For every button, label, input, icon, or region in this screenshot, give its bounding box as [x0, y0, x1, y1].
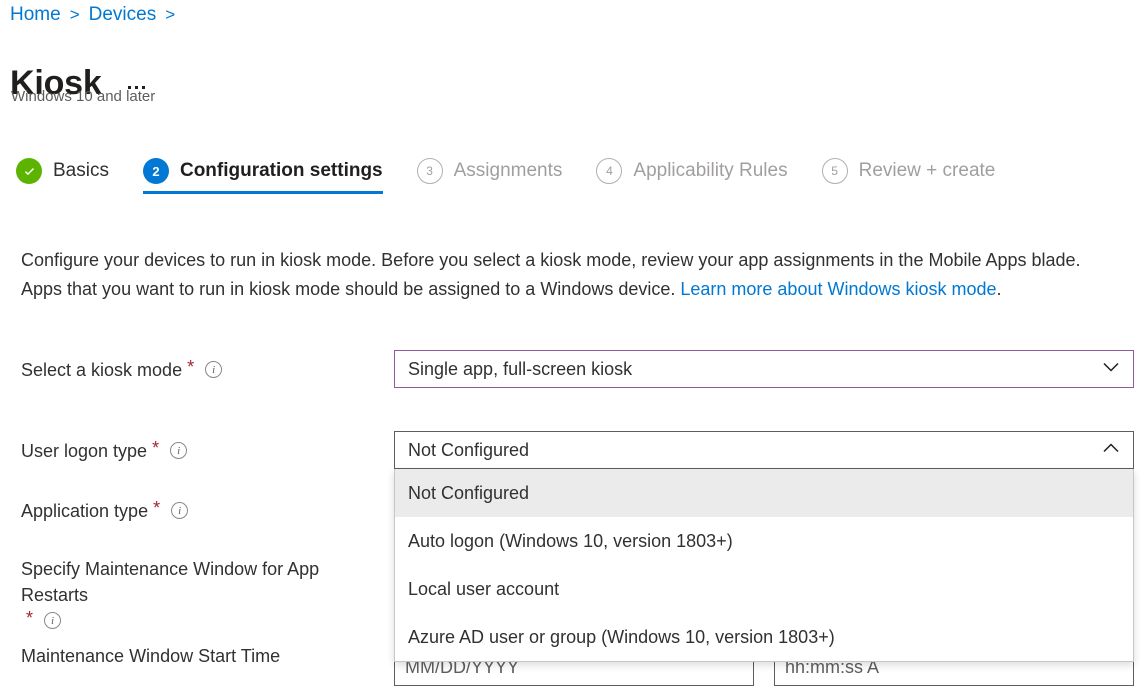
option-label: Not Configured — [408, 483, 529, 504]
option-azure-ad-user-or-group[interactable]: Azure AD user or group (Windows 10, vers… — [395, 613, 1133, 661]
user-logon-type-dropdown[interactable]: Not Configured — [394, 431, 1134, 469]
step-number-badge: 5 — [822, 158, 848, 184]
option-label: Azure AD user or group (Windows 10, vers… — [408, 627, 835, 648]
user-logon-type-value: Not Configured — [408, 439, 1101, 461]
info-icon[interactable]: i — [171, 502, 188, 519]
tab-basics[interactable]: Basics — [16, 158, 109, 196]
option-auto-logon[interactable]: Auto logon (Windows 10, version 1803+) — [395, 517, 1133, 565]
user-logon-type-options-list: Not Configured Auto logon (Windows 10, v… — [394, 469, 1134, 662]
page-subtitle: Windows 10 and later — [11, 86, 155, 108]
label-text: Specify Maintenance Window for App Resta… — [21, 556, 371, 608]
tab-applicability-rules[interactable]: 4 Applicability Rules — [596, 158, 787, 196]
description-text-end: . — [997, 279, 1002, 299]
tab-label-applicability-rules: Applicability Rules — [633, 158, 787, 184]
option-label: Auto logon (Windows 10, version 1803+) — [408, 531, 733, 552]
required-asterisk: * — [187, 357, 194, 377]
label-kiosk-mode: Select a kiosk mode * i — [21, 357, 376, 383]
breadcrumb-item-home[interactable]: Home — [10, 2, 61, 28]
step-number-badge: 4 — [596, 158, 622, 184]
step-number-badge: 2 — [143, 158, 169, 184]
chevron-down-icon — [1101, 357, 1121, 382]
tab-label-review-create: Review + create — [859, 158, 996, 184]
label-maintenance-window: Specify Maintenance Window for App Resta… — [21, 556, 371, 629]
tab-review-create[interactable]: 5 Review + create — [822, 158, 996, 196]
breadcrumb-separator-icon: > — [165, 2, 175, 28]
learn-more-link[interactable]: Learn more about Windows kiosk mode — [680, 279, 996, 299]
breadcrumb: Home > Devices > — [10, 2, 184, 28]
wizard-step-tabs: Basics 2 Configuration settings 3 Assign… — [16, 158, 1029, 208]
label-maintenance-start-time: Maintenance Window Start Time — [21, 643, 381, 669]
kiosk-mode-dropdown[interactable]: Single app, full-screen kiosk — [394, 350, 1134, 388]
tab-label-assignments: Assignments — [454, 158, 563, 184]
info-icon[interactable]: i — [170, 442, 187, 459]
required-asterisk: * — [152, 438, 159, 458]
option-not-configured[interactable]: Not Configured — [395, 469, 1133, 517]
required-asterisk: * — [153, 498, 160, 518]
tab-label-configuration-settings: Configuration settings — [180, 158, 383, 184]
info-icon[interactable]: i — [44, 612, 61, 629]
label-application-type: Application type * i — [21, 498, 376, 524]
breadcrumb-separator-icon: > — [70, 2, 80, 28]
option-local-user-account[interactable]: Local user account — [395, 565, 1133, 613]
option-label: Local user account — [408, 579, 559, 600]
label-text: User logon type — [21, 438, 147, 464]
required-asterisk: * — [26, 608, 33, 628]
tab-label-basics: Basics — [53, 158, 109, 184]
label-text: Select a kiosk mode — [21, 357, 182, 383]
label-text: Application type — [21, 498, 148, 524]
step-number-badge: 3 — [417, 158, 443, 184]
kiosk-mode-value: Single app, full-screen kiosk — [408, 358, 1101, 380]
info-icon[interactable]: i — [205, 361, 222, 378]
breadcrumb-item-devices[interactable]: Devices — [89, 2, 157, 28]
chevron-up-icon — [1101, 438, 1121, 463]
blade-description: Configure your devices to run in kiosk m… — [21, 246, 1084, 303]
label-user-logon-type: User logon type * i — [21, 438, 376, 464]
tab-assignments[interactable]: 3 Assignments — [417, 158, 563, 196]
label-text: Maintenance Window Start Time — [21, 643, 280, 669]
page-header: Kiosk — [10, 38, 149, 128]
tab-configuration-settings[interactable]: 2 Configuration settings — [143, 158, 383, 196]
step-complete-check-icon — [16, 158, 42, 184]
